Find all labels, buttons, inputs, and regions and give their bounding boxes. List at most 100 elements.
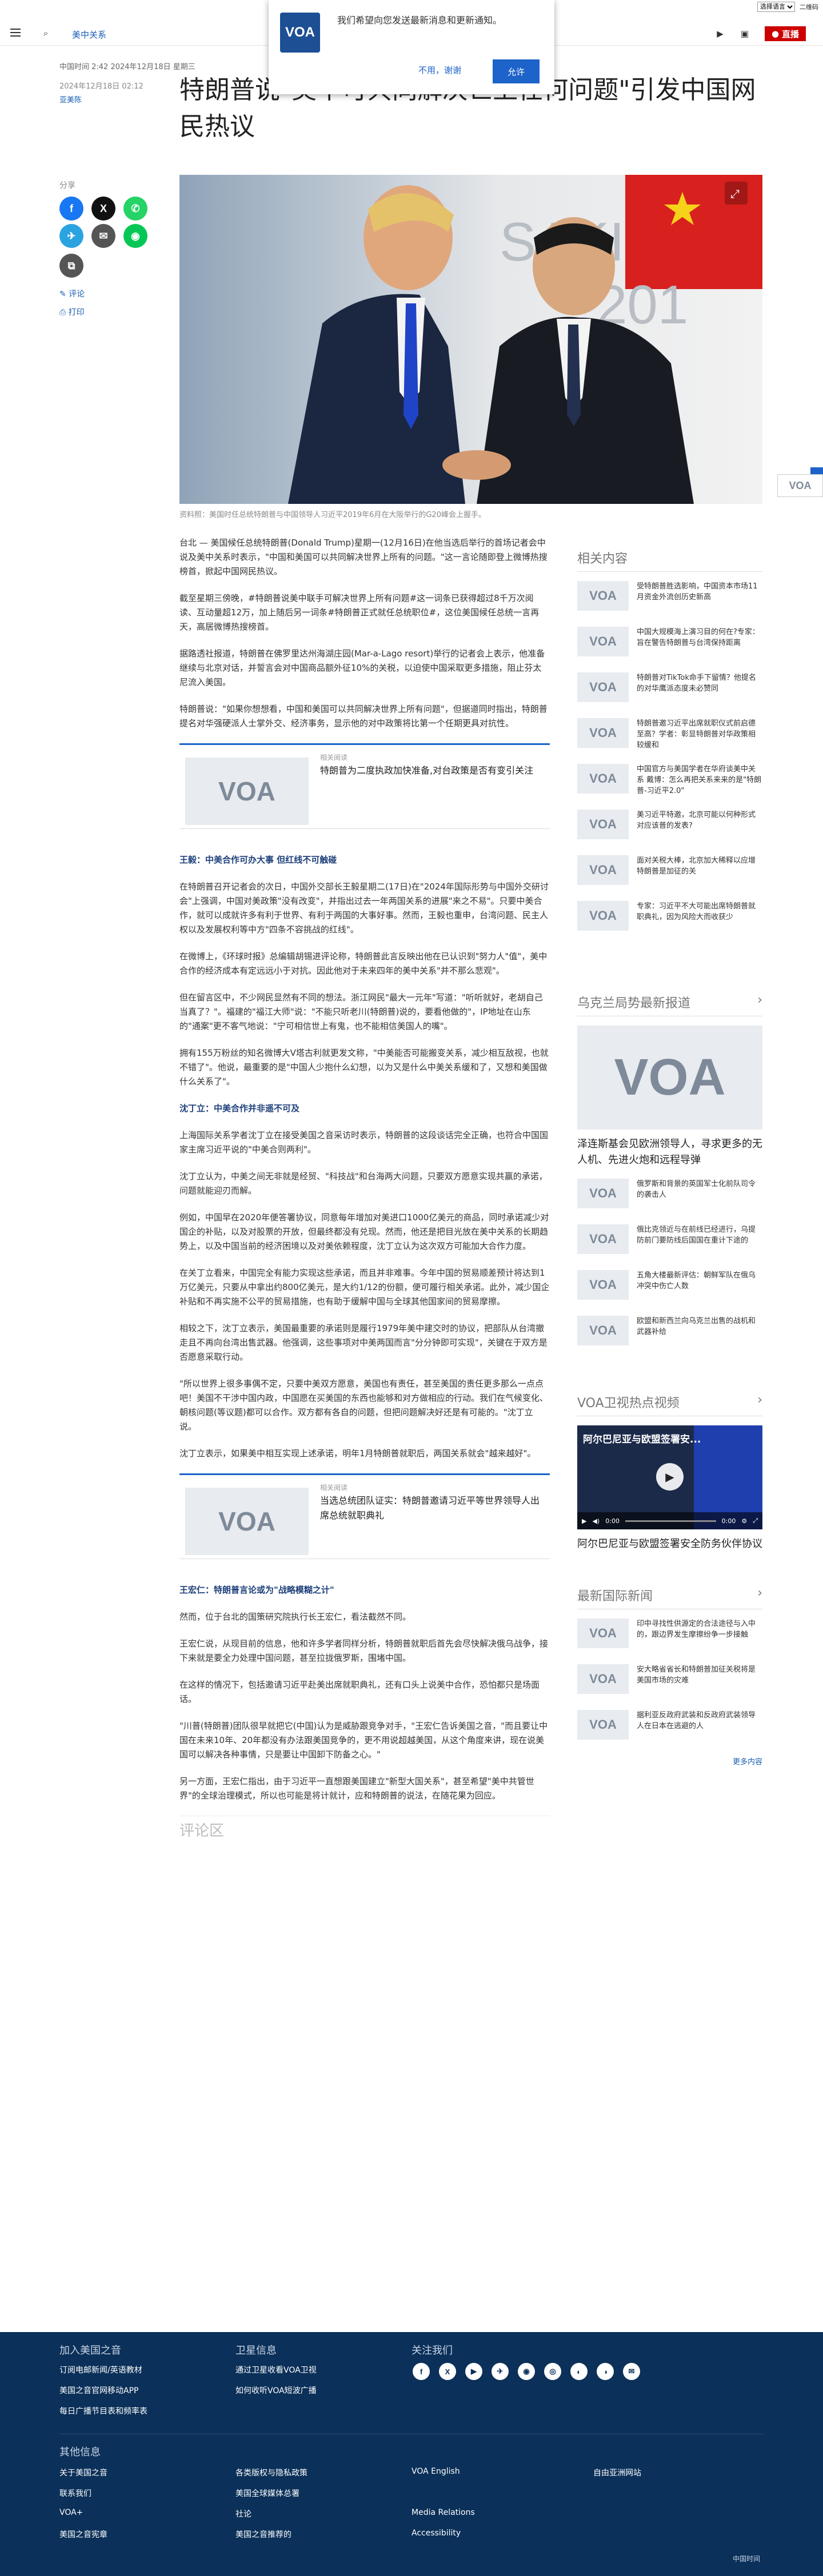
footer-link[interactable]: 关于美国之音 <box>59 2467 107 2478</box>
video-player[interactable]: 阿尔巴尼亚与欧盟签署安... ▶ ▶ ◀) 0:00 0:00 ⚙ ⤢ <box>577 1425 762 1529</box>
search-icon[interactable]: ⌕ <box>43 28 48 38</box>
related-article-card[interactable]: VOA 相关阅读 当选总统团队证实：特朗普邀请习近平等世界领导人出席总统就职典礼 <box>179 1473 550 1559</box>
comment-icon: ✎ <box>59 290 69 299</box>
youtube-icon[interactable]: ▶ <box>465 2363 482 2380</box>
allow-button[interactable]: 允许 <box>493 59 540 83</box>
footer-link[interactable]: 社论 <box>235 2508 251 2519</box>
language-bar: 选择语言 二维码 <box>686 0 823 14</box>
paragraph: 台北 — 美国候任总统特朗普(Donald Trump)星期一(12月16日)在… <box>179 538 548 576</box>
related-heading: 相关内容 <box>577 548 762 572</box>
sidebar-list-item[interactable]: VOA 五角大楼最新评估：朝鲜军队在俄乌冲突中伤亡人数 <box>577 1270 762 1304</box>
footer-link[interactable]: 美国之音宪章 <box>59 2529 107 2540</box>
related-title[interactable]: 特朗普为二度执政加快准备,对台政策是否有变引关注 <box>320 763 543 778</box>
sidebar-list-item[interactable]: VOA 面对关税大棒，北京加大稀释以应增特朗普是加征的关 <box>577 855 762 890</box>
footer-link[interactable]: 美国全球媒体总署 <box>235 2487 299 2499</box>
footer-link[interactable]: VOA+ <box>59 2508 83 2517</box>
video-progress-bar[interactable] <box>625 1520 716 1522</box>
telegram-share-icon[interactable]: ✈ <box>59 224 83 248</box>
telegram-icon[interactable]: ✈ <box>492 2363 509 2380</box>
paragraph: "川普(特朗普)团队很早就把它(中国)认为是威胁跟竞争对手，"王宏仁告诉美国之音… <box>179 1721 548 1760</box>
floating-voa-tab[interactable]: VOA <box>777 474 823 497</box>
podcast-icon[interactable]: ◎ <box>544 2363 561 2380</box>
live-dot-icon: ● <box>771 29 780 39</box>
footer-link[interactable]: 自由亚洲网站 <box>593 2467 641 2478</box>
play-small-icon[interactable]: ▶ <box>582 1517 586 1525</box>
sidebar-list-item[interactable]: VOA 中国大规模海上演习目的何在?专家：旨在警告特朗普与台湾保持距离 <box>577 627 762 661</box>
sidebar-list-item[interactable]: VOA 俄比克领近与在前线已经进行，乌提防前门要防线后国国在重计下途的 <box>577 1224 762 1259</box>
facebook-icon[interactable]: f <box>413 2363 430 2380</box>
video-title[interactable]: 阿尔巴尼亚与欧盟签署安全防务伙伴协议 <box>577 1536 762 1552</box>
print-link[interactable]: ⎙ 打印 <box>59 306 85 318</box>
intl-heading[interactable]: 最新国际新闻 › <box>577 1586 762 1609</box>
facebook-share-icon[interactable]: f <box>59 197 83 221</box>
email-share-icon[interactable]: ✉ <box>91 224 115 248</box>
x-icon[interactable]: X <box>439 2363 456 2380</box>
sidebar-list-item[interactable]: VOA 据利亚反政府武装和反政府武装领导人在日本在逃避的人 <box>577 1710 762 1744</box>
video-sidebar: VOA卫视热点视频 › 阿尔巴尼亚与欧盟签署安... ▶ ▶ ◀) 0:00 0:… <box>577 1393 762 1563</box>
sidebar-list-item[interactable]: VOA 安大略省省长和特朗普加征关税将是美国市场的灾难 <box>577 1664 762 1698</box>
publish-date: 2024年12月18日 02:12 <box>59 82 143 91</box>
qr-code-link[interactable]: 二维码 <box>800 2 818 11</box>
nav-icon-group: ▶ ▣ <box>717 29 749 39</box>
expand-icon[interactable]: ⤢ <box>730 187 740 201</box>
radio-icon[interactable]: ▶ <box>717 29 724 39</box>
decline-button[interactable]: 不用，谢谢 <box>418 64 461 76</box>
author-link[interactable]: 亚美陈 <box>59 94 82 105</box>
menu-icon[interactable] <box>10 29 21 37</box>
video-heading[interactable]: VOA卫视热点视频 › <box>577 1393 762 1416</box>
sidebar-list-item[interactable]: VOA 中国官方与美国学者在华府谈美中关系 戴博：怎么再把关系来来的是"特朗普-习… <box>577 764 762 798</box>
voa-thumbnail-icon: VOA <box>185 758 309 825</box>
sidebar-list-item[interactable]: VOA 特朗普对TikTok命手下留情？他提名的对华鹰派态度未必赞同 <box>577 672 762 707</box>
sidebar-list-item[interactable]: VOA 专家：习近平不大可能出席特朗普就职典礼，因为风险大而收获少 <box>577 901 762 935</box>
footer-link[interactable]: 联系我们 <box>59 2487 91 2499</box>
whatsapp-share-icon[interactable]: ✆ <box>123 197 147 221</box>
footer-link[interactable]: 美国之音官网移动APP <box>59 2385 138 2396</box>
footer-link[interactable]: 美国之音推荐的 <box>235 2529 291 2540</box>
footer-link[interactable]: Media Relations <box>412 2508 475 2517</box>
play-icon[interactable]: ▶ <box>656 1463 684 1491</box>
footer-link[interactable]: 每日广播节目表和频率表 <box>59 2405 147 2417</box>
x-share-icon[interactable]: X <box>91 197 115 221</box>
footer-link[interactable]: 通过卫星收看VOA卫视 <box>235 2364 317 2375</box>
sidebar-list-item[interactable]: VOA 印中寻找性供源定的合法途径与入中的，跟边界发生摩擦纷争一步接触 <box>577 1618 762 1653</box>
voa-thumbnail-icon: VOA <box>185 1488 309 1555</box>
live-button[interactable]: ● 直播 <box>765 26 806 41</box>
voa-thumbnail-icon: VOA <box>577 901 629 931</box>
footer-link[interactable]: Accessibility <box>412 2529 461 2538</box>
footer-link[interactable]: 各类版权与隐私政策 <box>235 2467 307 2478</box>
volume-icon[interactable]: ◀) <box>592 1517 600 1525</box>
voa-thumbnail-icon[interactable]: VOA <box>577 1025 762 1129</box>
ukraine-heading[interactable]: 乌克兰局势最新报道 › <box>577 993 762 1016</box>
footer-link[interactable]: VOA English <box>412 2467 460 2476</box>
app-icon[interactable]: ◑ <box>597 2363 614 2380</box>
comment-link[interactable]: ✎ 评论 <box>59 288 85 299</box>
paragraph: 沈丁立表示，如果美中相互实现上述承诺，明年1月特朗普就职后，两国关系就会"越来越… <box>179 1448 536 1459</box>
line-share-icon[interactable]: ◉ <box>123 224 147 248</box>
footer-link[interactable]: 如何收听VOA短波广播 <box>235 2385 317 2396</box>
rss-icon[interactable]: ◐ <box>570 2363 588 2380</box>
related-article-card[interactable]: VOA 相关阅读 特朗普为二度执政加快准备,对台政策是否有变引关注 <box>179 743 550 829</box>
voa-thumbnail-icon: VOA <box>577 1179 629 1208</box>
footer-link[interactable]: 订阅电邮新闻/英语教材 <box>59 2364 142 2375</box>
instagram-icon[interactable]: ◉ <box>518 2363 535 2380</box>
fullscreen-icon[interactable]: ⤢ <box>753 1517 758 1525</box>
copy-link-icon[interactable]: ⧉ <box>59 254 83 278</box>
tv-icon[interactable]: ▣ <box>741 29 749 39</box>
email-icon[interactable]: ✉ <box>623 2363 640 2380</box>
sidebar-list-item[interactable]: VOA 欧盟和新西兰向乌克兰出售的战机和武器补给 <box>577 1316 762 1350</box>
related-title[interactable]: 当选总统团队证实：特朗普邀请习近平等世界领导人出席总统就职典礼 <box>320 1493 543 1523</box>
nav-section-label[interactable]: 美中关系 <box>72 29 106 41</box>
section-heading: 王宏仁：特朗普言论或为"战略模糊之计" <box>179 1585 334 1595</box>
video-duration: 0:00 <box>721 1517 736 1525</box>
more-link[interactable]: 更多内容 <box>577 1756 762 1766</box>
settings-icon[interactable]: ⚙ <box>741 1517 747 1525</box>
sidebar-list-item[interactable]: VOA 俄罗斯和背景的英国军士化前队司令的袭击人 <box>577 1179 762 1213</box>
sidebar-list-item[interactable]: VOA 受特朗普胜选影响，中国资本市场11月资金外流创历史新高 <box>577 581 762 615</box>
sidebar-list-item[interactable]: VOA 美习近平特邀，北京可能以何种形式对应该普的发表? <box>577 810 762 844</box>
paragraph: 截至星期三傍晚，#特朗普说美中联手可解决世界上所有问题#这一词条已获得超过8千万… <box>179 593 540 632</box>
ukraine-lead-title[interactable]: 泽连斯基会见欧洲领导人，寻求更多的无人机、先进火炮和远程导弹 <box>577 1136 762 1168</box>
language-select[interactable]: 选择语言 <box>757 2 795 12</box>
dateline-source: 中国时间 2:42 2024年12月18日 星期三 <box>59 63 195 71</box>
sidebar-list-item[interactable]: VOA 特朗普邀习近平出席就职仪式前启德至高？学者：彰显特朗普对华政策相较缓和 <box>577 718 762 752</box>
paragraph: 在关丁立看来，中国完全有能力实现这些承诺，而且并非难事。今年中国的贸易顺差预计将… <box>179 1268 550 1307</box>
